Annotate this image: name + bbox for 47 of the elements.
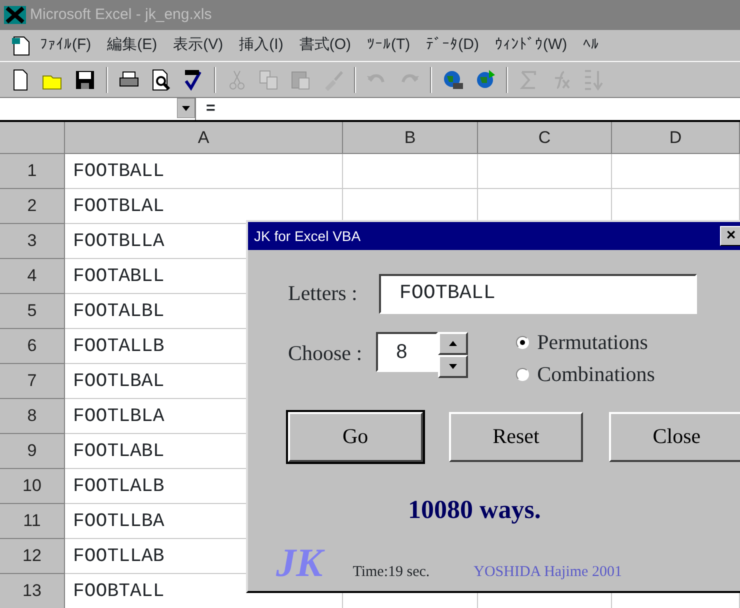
spin-button[interactable]	[438, 332, 468, 378]
column-header[interactable]: C	[478, 122, 612, 154]
window-title: Microsoft Excel - jk_eng.xls	[30, 4, 212, 25]
row-header[interactable]: 11	[0, 504, 65, 539]
column-header[interactable]: B	[343, 122, 478, 154]
row-header[interactable]: 10	[0, 469, 65, 504]
row-header[interactable]: 12	[0, 539, 65, 574]
elapsed-time: Time:19 sec.	[352, 562, 430, 582]
result-text: 10080 ways.	[408, 494, 542, 526]
menu-item[interactable]: 編集(E)	[99, 34, 166, 57]
row-header[interactable]: 2	[0, 189, 65, 224]
column-header[interactable]: A	[65, 122, 343, 154]
menu-item[interactable]: ﾌｧｲﾙ(F)	[32, 34, 100, 57]
menu-item[interactable]: ﾃﾞｰﾀ(D)	[418, 34, 487, 57]
document-icon[interactable]	[10, 34, 32, 56]
table-cell[interactable]: FOOTBLAL	[65, 189, 343, 224]
down-arrow-icon[interactable]	[449, 364, 458, 369]
table-cell[interactable]: FOOTBALL	[65, 154, 343, 189]
letters-field[interactable]: FOOTBALL	[379, 274, 698, 314]
column-header[interactable]: D	[612, 122, 740, 154]
row-header[interactable]: 5	[0, 294, 65, 329]
menu-item[interactable]: ﾍﾙ	[575, 34, 608, 57]
spreadsheet-app-icon	[4, 6, 26, 24]
menu-item[interactable]: 表示(V)	[165, 34, 232, 57]
row-header[interactable]: 3	[0, 224, 65, 259]
menu-item[interactable]: 書式(O)	[291, 34, 359, 57]
row-header[interactable]: 6	[0, 329, 65, 364]
close-button[interactable]: ×	[720, 226, 740, 246]
select-all-corner[interactable]	[0, 122, 65, 154]
menu-item[interactable]: 挿入(I)	[231, 34, 292, 57]
radio-option[interactable]: Combinations	[516, 358, 655, 390]
dialog-button[interactable]: Reset	[448, 412, 584, 462]
choose-field[interactable]: 8	[376, 332, 438, 372]
formula-equals-sign: =	[206, 99, 216, 119]
dropdown-arrow-icon[interactable]	[177, 98, 195, 118]
row-header[interactable]: 9	[0, 434, 65, 469]
dialog-button[interactable]: Go	[288, 412, 423, 462]
credit-text: YOSHIDA Hajime 2001	[474, 562, 622, 582]
up-arrow-icon[interactable]	[449, 341, 458, 346]
row-header[interactable]: 1	[0, 154, 65, 189]
menu-item[interactable]: ｳｨﾝﾄﾞｳ(W)	[486, 34, 576, 57]
dialog-button[interactable]: Close	[609, 412, 740, 462]
row-header[interactable]: 7	[0, 364, 65, 399]
menu-item[interactable]: ﾂｰﾙ(T)	[359, 34, 418, 57]
radio-option[interactable]: Permutations	[516, 326, 655, 358]
row-header[interactable]: 8	[0, 399, 65, 434]
row-header[interactable]: 4	[0, 259, 65, 294]
